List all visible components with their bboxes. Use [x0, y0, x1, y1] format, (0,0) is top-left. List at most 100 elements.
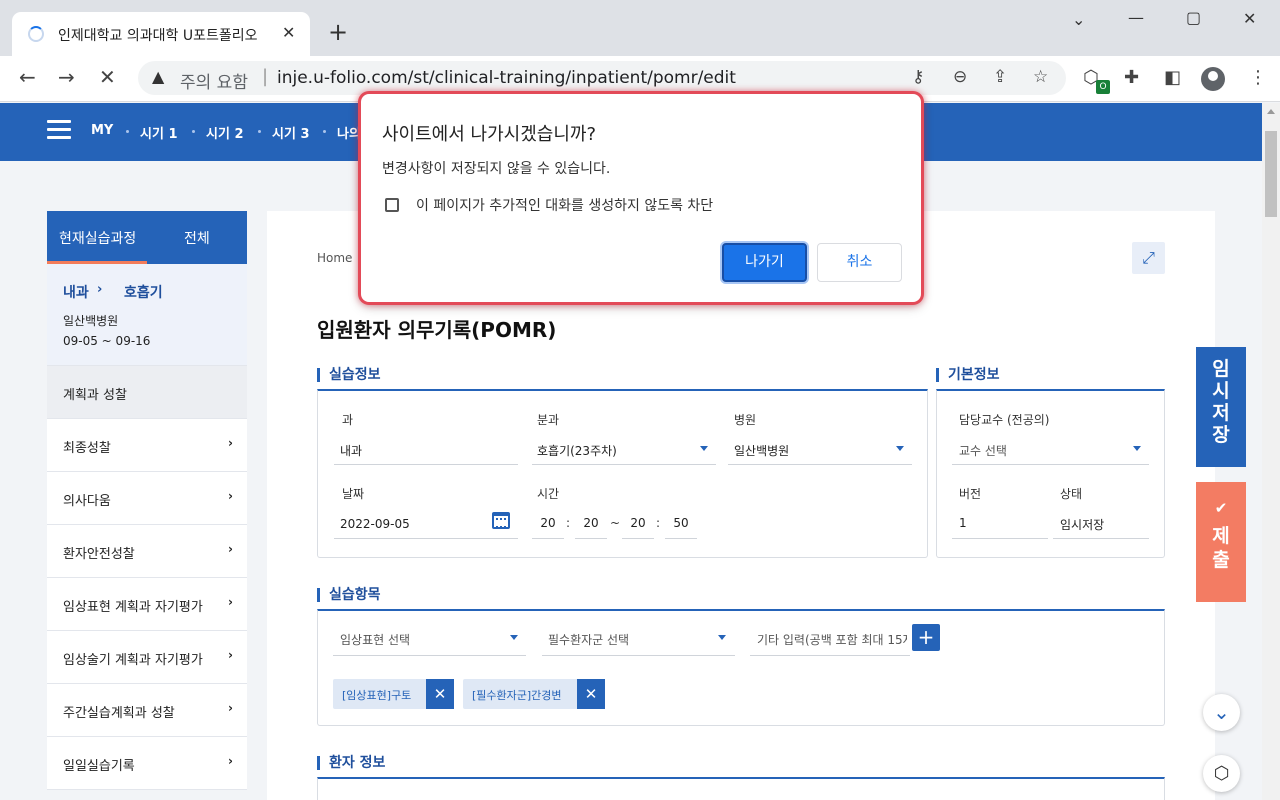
url-separator: |: [262, 66, 269, 87]
chevron-right-icon: ›: [228, 436, 233, 450]
url-text[interactable]: inje.u-folio.com/st/clinical-training/in…: [277, 68, 736, 88]
tab-title: 인제대학교 의과대학 U포트폴리오: [58, 28, 258, 44]
submit-button[interactable]: ✔ 제출: [1196, 482, 1246, 602]
close-icon[interactable]: ✕: [426, 679, 454, 709]
sidebar-item-professionalism[interactable]: 의사다움 ›: [47, 472, 247, 525]
sidebar-item-weekly-plan[interactable]: 주간실습계획과 성찰 ›: [47, 684, 247, 737]
chevron-down-icon[interactable]: ⌄: [1072, 10, 1085, 29]
calendar-icon[interactable]: [492, 512, 510, 529]
menu-icon[interactable]: ⋮: [1249, 67, 1267, 89]
warning-icon[interactable]: ▲: [152, 67, 164, 86]
sidebar-item-clinical-skills[interactable]: 임상술기 계획과 자기평가 ›: [47, 631, 247, 684]
other-item-input[interactable]: 기타 입력(공백 포함 최대 15자): [757, 631, 907, 648]
scroll-up-icon[interactable]: [1267, 109, 1275, 114]
course-subdivision: 호흡기: [124, 285, 163, 301]
start-minute-input[interactable]: 20: [575, 516, 607, 530]
close-icon[interactable]: ✕: [577, 679, 605, 709]
section-title-patient-info: 환자 정보: [317, 756, 385, 770]
end-minute-input[interactable]: 50: [665, 516, 697, 530]
field-underline: [750, 655, 910, 656]
hamburger-icon[interactable]: [47, 120, 71, 140]
sidebar-item-patient-safety[interactable]: 환자안전성찰 ›: [47, 525, 247, 578]
sidebar-tabs: 현재실습과정 전체: [47, 211, 247, 264]
tab-all[interactable]: 전체: [184, 228, 210, 248]
selected-item-chip: [필수환자군]간경변 ✕: [463, 679, 605, 709]
close-icon[interactable]: ✕: [1243, 9, 1256, 28]
caret-down-icon[interactable]: [1133, 446, 1141, 451]
sidebar-item-final-reflection[interactable]: 최종성찰 ›: [47, 419, 247, 472]
temp-save-button[interactable]: 임시저장: [1196, 347, 1246, 467]
expand-icon[interactable]: ⤢: [1132, 242, 1165, 274]
browser-tab[interactable]: 인제대학교 의과대학 U포트폴리오 ✕: [12, 12, 310, 56]
back-icon[interactable]: ←: [19, 65, 36, 89]
star-icon[interactable]: ☆: [1033, 67, 1048, 87]
extension-badge: O: [1096, 80, 1110, 94]
version-value: 1: [959, 516, 967, 530]
profile-icon[interactable]: [1201, 67, 1225, 91]
scrollbar-thumb[interactable]: [1265, 131, 1277, 217]
start-hour-input[interactable]: 20: [532, 516, 564, 530]
minimize-icon[interactable]: —: [1128, 8, 1144, 27]
nav-item-mine[interactable]: 나의: [337, 123, 361, 142]
nav-separator: [258, 130, 261, 133]
puzzle-icon[interactable]: ✚: [1124, 67, 1139, 89]
block-dialogs-checkbox[interactable]: [385, 198, 399, 212]
sidebar-item-label: 의사다움: [63, 494, 111, 509]
dept-label: 과: [342, 413, 354, 427]
nav-item-period-2[interactable]: 시기 2: [206, 123, 244, 142]
date-input[interactable]: 2022-09-05: [340, 517, 410, 531]
sidebar-item-clinical-presentation[interactable]: 임상표현 계획과 자기평가 ›: [47, 578, 247, 631]
address-bar[interactable]: ▲ 주의 요함 | inje.u-folio.com/st/clinical-t…: [138, 61, 1066, 95]
leave-site-dialog: 사이트에서 나가시겠습니까? 변경사항이 저장되지 않을 수 있습니다. 이 페…: [361, 94, 921, 302]
field-underline: [333, 655, 526, 656]
loading-spinner-icon: [28, 26, 44, 42]
tab-current-course[interactable]: 현재실습과정: [59, 228, 136, 248]
forward-icon[interactable]: →: [58, 65, 75, 89]
chevron-right-icon: ›: [228, 701, 233, 715]
caret-down-icon[interactable]: [700, 446, 708, 451]
sidebar-item-label: 환자안전성찰: [63, 547, 135, 562]
hospital-select[interactable]: 일산백병원: [734, 442, 789, 459]
tab-strip: 인제대학교 의과대학 U포트폴리오 ✕ + ⌄ — ▢ ✕: [0, 0, 1280, 56]
sidebar-item-label: 최종성찰: [63, 441, 111, 456]
course-hospital: 일산백병원: [63, 314, 119, 328]
nav-item-my[interactable]: MY: [91, 123, 113, 138]
sidebar-item-label: 주간실습계획과 성찰: [63, 706, 175, 721]
required-patient-group-select[interactable]: 필수환자군 선택: [548, 631, 629, 648]
sidebar-item-daily-record[interactable]: 일일실습기록 ›: [47, 737, 247, 790]
submit-label: 제출: [1212, 525, 1230, 571]
add-item-button[interactable]: +: [912, 624, 940, 651]
section-title-training-info: 실습정보: [317, 368, 381, 382]
cancel-button[interactable]: 취소: [817, 243, 902, 282]
nav-item-period-3[interactable]: 시기 3: [272, 123, 310, 142]
zoom-icon[interactable]: ⊖: [953, 67, 967, 87]
cube-icon[interactable]: ⬡: [1203, 755, 1240, 792]
leave-button[interactable]: 나가기: [722, 243, 807, 282]
security-warning[interactable]: 주의 요함: [180, 68, 248, 93]
share-icon[interactable]: ⇪: [993, 67, 1007, 87]
professor-select[interactable]: 교수 선택: [959, 442, 1007, 459]
caret-down-icon[interactable]: [896, 446, 904, 451]
sidepanel-icon[interactable]: ◧: [1164, 67, 1181, 89]
nav-item-period-1[interactable]: 시기 1: [140, 123, 178, 142]
chevron-down-icon[interactable]: ⌄: [1203, 694, 1240, 731]
hospital-label: 병원: [734, 413, 757, 427]
breadcrumb[interactable]: Home: [317, 251, 352, 265]
page-scrollbar[interactable]: [1262, 103, 1280, 800]
caret-down-icon[interactable]: [510, 635, 518, 640]
sidebar-item-label: 계획과 성찰: [63, 388, 127, 403]
sidebar-item-plan-reflection[interactable]: 계획과 성찰: [47, 366, 247, 419]
key-icon[interactable]: ⚷: [912, 67, 924, 87]
clinical-presentation-select[interactable]: 임상표현 선택: [340, 631, 410, 648]
field-underline: [542, 655, 735, 656]
end-hour-input[interactable]: 20: [622, 516, 654, 530]
plus-icon[interactable]: +: [328, 20, 348, 44]
close-icon[interactable]: ✕: [282, 23, 295, 42]
section-title-basic-info: 기본정보: [936, 368, 1000, 382]
maximize-icon[interactable]: ▢: [1186, 8, 1201, 27]
block-dialogs-label[interactable]: 이 페이지가 추가적인 대화를 생성하지 않도록 차단: [416, 195, 713, 215]
field-underline: [1053, 538, 1149, 539]
caret-down-icon[interactable]: [718, 635, 726, 640]
stop-icon[interactable]: ✕: [99, 65, 116, 89]
subdivision-select[interactable]: 호흡기(23주차): [537, 442, 617, 459]
